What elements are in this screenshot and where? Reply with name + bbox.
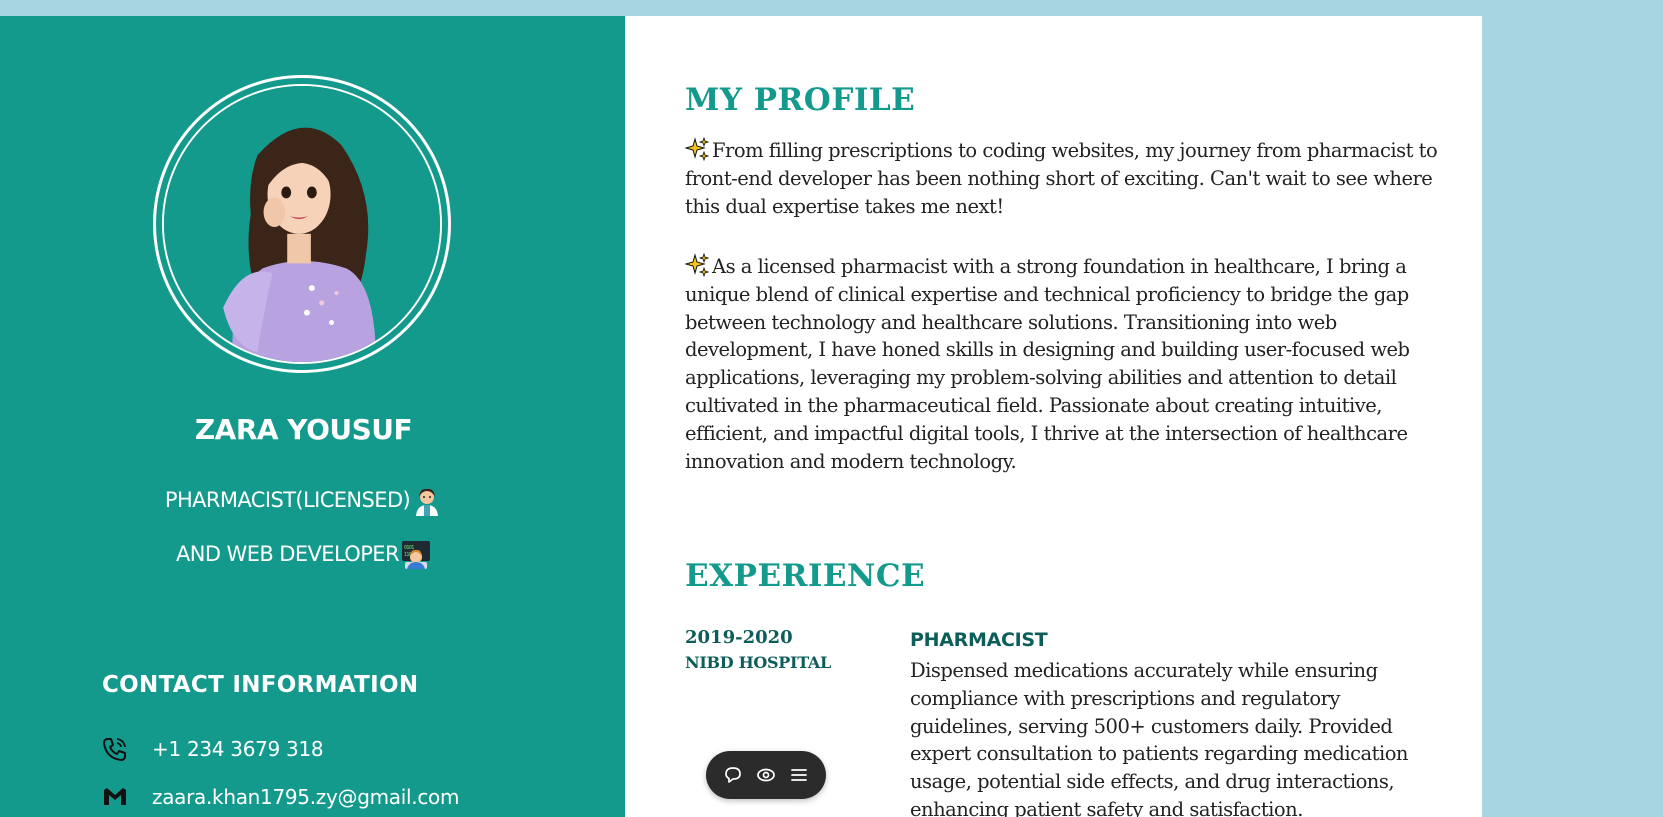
role-line-1: PHARMACIST(LICENSED) <box>0 486 607 516</box>
resume-page: ZARA YOUSUF PHARMACIST(LICENSED) AND WEB… <box>0 16 1482 817</box>
profile-paragraph-2-text: As a licensed pharmacist with a strong f… <box>685 255 1410 473</box>
profile-paragraph-2: As a licensed pharmacist with a strong f… <box>684 252 1445 475</box>
avatar <box>153 75 451 373</box>
comment-icon <box>724 767 741 783</box>
floating-toolbar <box>706 751 826 799</box>
role-line-1-text: PHARMACIST(LICENSED) <box>164 488 411 512</box>
avatar-illustration-icon <box>164 86 440 362</box>
person-name: ZARA YOUSUF <box>194 413 413 446</box>
main-content: MY PROFILE From filling prescriptions to… <box>625 16 1482 817</box>
profile-title: MY PROFILE <box>685 82 916 118</box>
experience-date: 2019-2020 <box>685 627 793 648</box>
sparkles-icon <box>684 136 710 162</box>
menu-icon <box>791 769 808 781</box>
eye-icon <box>757 768 775 782</box>
preview-button[interactable] <box>754 763 778 787</box>
gmail-icon <box>102 784 128 810</box>
experience-role: PHARMACIST <box>910 629 1048 651</box>
svg-text:0101: 0101 <box>404 545 414 551</box>
experience-title: EXPERIENCE <box>685 558 926 594</box>
phone-icon <box>102 736 128 762</box>
phone-number[interactable]: +1 234 3679 318 <box>152 737 324 761</box>
sparkles-icon <box>684 252 710 278</box>
contact-heading: CONTACT INFORMATION <box>102 672 419 698</box>
profile-paragraph-1: From filling prescriptions to coding web… <box>684 136 1445 220</box>
comment-button[interactable] <box>721 763 745 787</box>
menu-button[interactable] <box>787 763 811 787</box>
experience-description: Dispensed medications accurately while e… <box>910 659 1409 817</box>
role-line-2: AND WEB DEVELOPER 0101 1100 <box>0 540 607 570</box>
experience-place: NIBD HOSPITAL <box>685 653 831 672</box>
profile-paragraph-1-text: From filling prescriptions to coding web… <box>685 139 1438 218</box>
contact-phone-row[interactable]: +1 234 3679 318 <box>102 736 324 762</box>
technologist-emoji-icon: 0101 1100 <box>401 540 431 570</box>
contact-email-row[interactable]: zaara.khan1795.zy@gmail.com <box>102 784 459 810</box>
email-address[interactable]: zaara.khan1795.zy@gmail.com <box>152 785 459 809</box>
sidebar: ZARA YOUSUF PHARMACIST(LICENSED) AND WEB… <box>0 16 625 817</box>
role-line-2-text: AND WEB DEVELOPER <box>176 542 400 566</box>
woman-health-worker-emoji-icon <box>412 486 442 516</box>
